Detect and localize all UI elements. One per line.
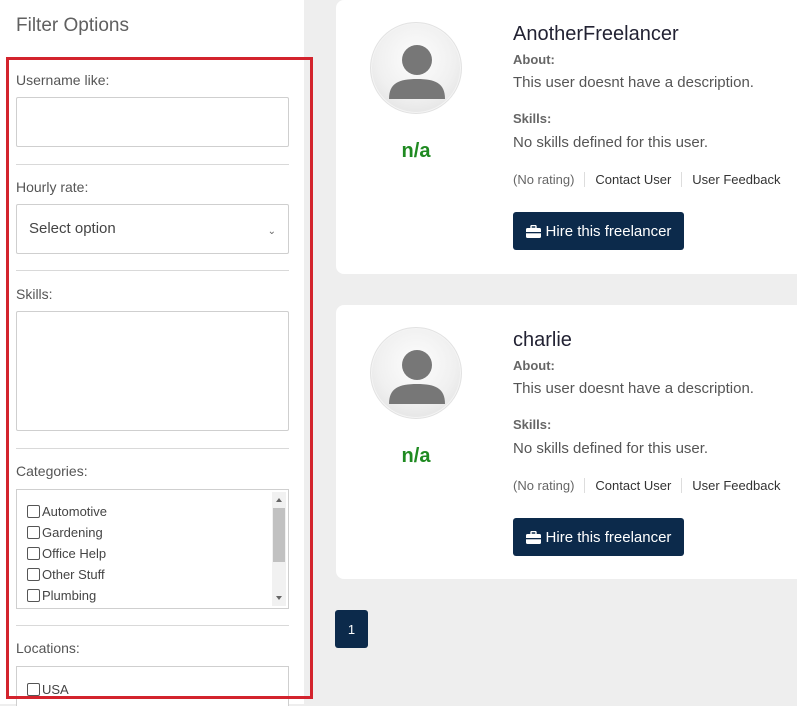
freelancer-card: n/a AnotherFreelancer About: This user d… — [336, 0, 797, 274]
avatar — [370, 327, 462, 419]
about-text: This user doesnt have a description. — [513, 74, 754, 91]
checkbox[interactable] — [27, 526, 40, 539]
hourly-rate-select[interactable]: Select option ⌄ — [16, 204, 289, 254]
scroll-up-icon[interactable] — [276, 498, 282, 502]
category-option[interactable]: Office Help — [27, 543, 107, 564]
category-label: Office Help — [42, 546, 107, 561]
rating-value: n/a — [401, 140, 431, 162]
categories-label: Categories: — [16, 463, 88, 479]
category-label: Gardening — [42, 525, 103, 540]
checkbox[interactable] — [27, 547, 40, 560]
chevron-down-icon: ⌄ — [267, 226, 276, 237]
category-label: Plumbing — [42, 588, 97, 603]
avatar — [370, 22, 462, 114]
divider — [16, 448, 289, 449]
contact-user-link[interactable]: Contact User — [584, 171, 681, 187]
meta-row: (No rating) Contact User User Feedback — [513, 474, 790, 496]
skills-filter: Skills: — [16, 286, 289, 431]
meta-row: (No rating) Contact User User Feedback — [513, 168, 790, 190]
skills-label: Skills: — [513, 417, 552, 432]
locations-filter: Locations: USA — [16, 640, 289, 706]
default-user-icon — [389, 45, 445, 99]
categories-scrollbar[interactable] — [272, 492, 286, 606]
category-label: Other Stuff — [42, 567, 105, 582]
category-option[interactable]: Gardening — [27, 522, 107, 543]
filter-title: Filter Options — [16, 15, 129, 36]
locations-list[interactable]: USA — [16, 666, 289, 706]
categories-filter: Categories: Automotive Gardening Office … — [16, 463, 289, 609]
username-filter: Username like: — [16, 72, 289, 147]
rating-text: (No rating) — [513, 171, 575, 187]
category-option[interactable]: Other Stuff — [27, 564, 107, 585]
hire-button[interactable]: Hire this freelancer — [513, 518, 684, 556]
hourly-rate-filter: Hourly rate: Select option ⌄ — [16, 179, 289, 254]
filter-sidebar: Filter Options Username like: Hourly rat… — [0, 0, 304, 706]
skills-label: Skills: — [16, 286, 53, 302]
freelancer-username: charlie — [513, 329, 572, 351]
categories-items: Automotive Gardening Office Help Other S… — [27, 501, 107, 606]
hire-button[interactable]: Hire this freelancer — [513, 212, 684, 250]
hourly-rate-label: Hourly rate: — [16, 179, 89, 195]
default-user-icon — [389, 350, 445, 404]
location-label: USA — [42, 682, 69, 697]
scroll-thumb[interactable] — [273, 508, 285, 562]
divider — [16, 270, 289, 271]
hire-button-label: Hire this freelancer — [545, 528, 672, 546]
checkbox[interactable] — [27, 589, 40, 602]
divider — [16, 164, 289, 165]
skills-textarea[interactable] — [16, 311, 289, 431]
skills-label: Skills: — [513, 111, 552, 126]
freelancer-card: n/a charlie About: This user doesnt have… — [336, 305, 797, 579]
rating-text: (No rating) — [513, 477, 575, 493]
hire-button-label: Hire this freelancer — [545, 222, 672, 240]
skills-text: No skills defined for this user. — [513, 134, 709, 151]
user-feedback-link[interactable]: User Feedback — [681, 477, 790, 493]
freelancer-username: AnotherFreelancer — [513, 23, 679, 45]
checkbox[interactable] — [27, 683, 40, 696]
checkbox[interactable] — [27, 505, 40, 518]
locations-items: USA — [27, 679, 69, 700]
rating-value: n/a — [401, 445, 431, 467]
about-text: This user doesnt have a description. — [513, 380, 754, 397]
hourly-rate-selected: Select option — [29, 220, 116, 237]
category-option[interactable]: Plumbing — [27, 585, 107, 606]
username-input[interactable] — [16, 97, 289, 147]
about-label: About: — [513, 358, 555, 373]
categories-list[interactable]: Automotive Gardening Office Help Other S… — [16, 489, 289, 609]
username-label: Username like: — [16, 72, 110, 88]
checkbox[interactable] — [27, 568, 40, 581]
about-label: About: — [513, 52, 555, 67]
contact-user-link[interactable]: Contact User — [584, 477, 681, 493]
locations-label: Locations: — [16, 640, 80, 656]
divider — [16, 625, 289, 626]
briefcase-icon — [525, 224, 541, 238]
location-option[interactable]: USA — [27, 679, 69, 700]
user-feedback-link[interactable]: User Feedback — [681, 171, 790, 187]
scroll-down-icon[interactable] — [276, 596, 282, 600]
skills-text: No skills defined for this user. — [513, 440, 709, 457]
category-option[interactable]: Automotive — [27, 501, 107, 522]
category-label: Automotive — [42, 504, 108, 519]
briefcase-icon — [525, 530, 541, 544]
page-1-button[interactable]: 1 — [335, 610, 368, 648]
